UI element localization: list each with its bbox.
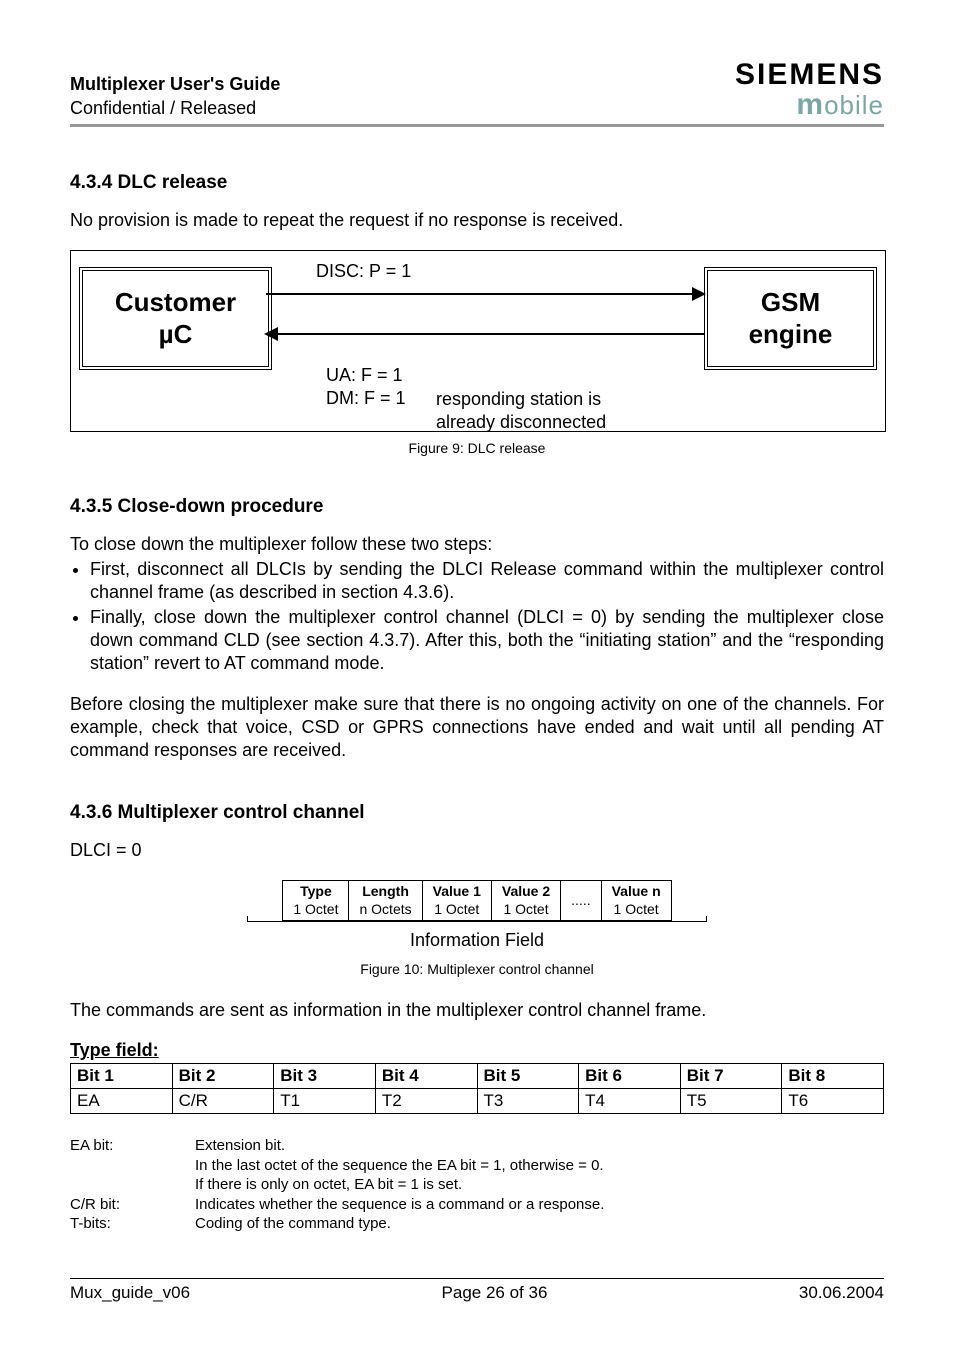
doc-title: Multiplexer User's Guide <box>70 73 280 96</box>
tf-r3: T2 <box>375 1089 477 1114</box>
info-col-0: Type1 Octet <box>283 881 349 921</box>
tf-h4: Bit 5 <box>477 1064 579 1089</box>
arrow-left-icon <box>266 333 704 335</box>
bullet-2: Finally, close down the multiplexer cont… <box>90 606 884 675</box>
disc-label: DISC: P = 1 <box>316 261 411 282</box>
brand-siemens: SIEMENS <box>735 60 884 90</box>
t-text: Coding of the command type. <box>195 1214 391 1234</box>
gsm-line1: GSM <box>708 287 873 318</box>
para-435-intro: To close down the multiplexer follow the… <box>70 533 884 556</box>
ea-l1: Extension bit. <box>195 1136 285 1156</box>
figure-9-caption: Figure 9: DLC release <box>70 440 884 456</box>
brand-block: SIEMENS mobile <box>735 60 884 120</box>
ea-label: EA bit: <box>70 1136 195 1156</box>
page-footer: Mux_guide_v06 Page 26 of 36 30.06.2004 <box>70 1278 884 1303</box>
gsm-box: GSM engine <box>704 267 877 370</box>
footer-right: 30.06.2004 <box>799 1283 884 1303</box>
tf-r0: EA <box>71 1089 173 1114</box>
customer-line1: Customer <box>83 287 268 318</box>
tf-r5: T4 <box>579 1089 681 1114</box>
bullet-1: First, disconnect all DLCIs by sending t… <box>90 558 884 604</box>
heading-4-3-5: 4.3.5 Close-down procedure <box>70 496 884 518</box>
ea-l2: In the last octet of the sequence the EA… <box>195 1156 604 1176</box>
gsm-line2: engine <box>708 319 873 350</box>
tf-h3: Bit 4 <box>375 1064 477 1089</box>
tf-r4: T3 <box>477 1089 579 1114</box>
info-field-table: Type1 Octet Lengthn Octets Value 11 Octe… <box>282 880 671 921</box>
dlci-line: DLCI = 0 <box>70 839 884 862</box>
heading-4-3-4: 4.3.4 DLC release <box>70 172 884 194</box>
type-field-heading: Type field: <box>70 1040 884 1061</box>
heading-4-3-6: 4.3.6 Multiplexer control channel <box>70 802 884 824</box>
para-434: No provision is made to repeat the reque… <box>70 209 884 232</box>
ea-l3: If there is only on octet, EA bit = 1 is… <box>195 1175 462 1195</box>
info-col-3: Value 21 Octet <box>491 881 560 921</box>
t-label: T-bits: <box>70 1214 195 1234</box>
customer-line2: µC <box>83 319 268 350</box>
footer-center: Page 26 of 36 <box>442 1283 548 1303</box>
info-underbar <box>247 921 707 930</box>
info-col-5: Value n1 Octet <box>601 881 671 921</box>
customer-box: Customer µC <box>79 267 272 370</box>
cr-text: Indicates whether the sequence is a comm… <box>195 1195 604 1215</box>
doc-subtitle: Confidential / Released <box>70 97 280 120</box>
tf-h1: Bit 2 <box>172 1064 274 1089</box>
tf-r2: T1 <box>274 1089 376 1114</box>
info-col-1: Lengthn Octets <box>349 881 422 921</box>
cr-label: C/R bit: <box>70 1195 195 1215</box>
header-left: Multiplexer User's Guide Confidential / … <box>70 73 280 120</box>
tf-r7: T6 <box>782 1089 884 1114</box>
arrow-right-icon <box>266 293 704 295</box>
page-header: Multiplexer User's Guide Confidential / … <box>70 60 884 127</box>
info-col-4: ..... <box>561 881 601 921</box>
dm-desc: responding station is already disconnect… <box>436 388 606 433</box>
tf-h6: Bit 7 <box>680 1064 782 1089</box>
brand-mobile: mobile <box>735 90 884 120</box>
tf-r1: C/R <box>172 1089 274 1114</box>
info-col-2: Value 11 Octet <box>422 881 491 921</box>
type-field-table: Bit 1 Bit 2 Bit 3 Bit 4 Bit 5 Bit 6 Bit … <box>70 1063 884 1114</box>
figure-10-caption: Figure 10: Multiplexer control channel <box>70 961 884 977</box>
footer-left: Mux_guide_v06 <box>70 1283 190 1303</box>
tf-h0: Bit 1 <box>71 1064 173 1089</box>
tf-h2: Bit 3 <box>274 1064 376 1089</box>
bullet-list-435: First, disconnect all DLCIs by sending t… <box>70 558 884 675</box>
info-field-label: Information Field <box>70 930 884 951</box>
tf-h5: Bit 6 <box>579 1064 681 1089</box>
para-436: The commands are sent as information in … <box>70 999 884 1022</box>
definitions: EA bit:Extension bit. In the last octet … <box>70 1136 884 1234</box>
figure-9-diagram: Customer µC GSM engine DISC: P = 1 UA: F… <box>70 250 886 432</box>
dm-label: DM: F = 1 <box>326 388 406 409</box>
para-435-2: Before closing the multiplexer make sure… <box>70 693 884 762</box>
tf-r6: T5 <box>680 1089 782 1114</box>
ua-label: UA: F = 1 <box>326 365 403 386</box>
tf-h7: Bit 8 <box>782 1064 884 1089</box>
